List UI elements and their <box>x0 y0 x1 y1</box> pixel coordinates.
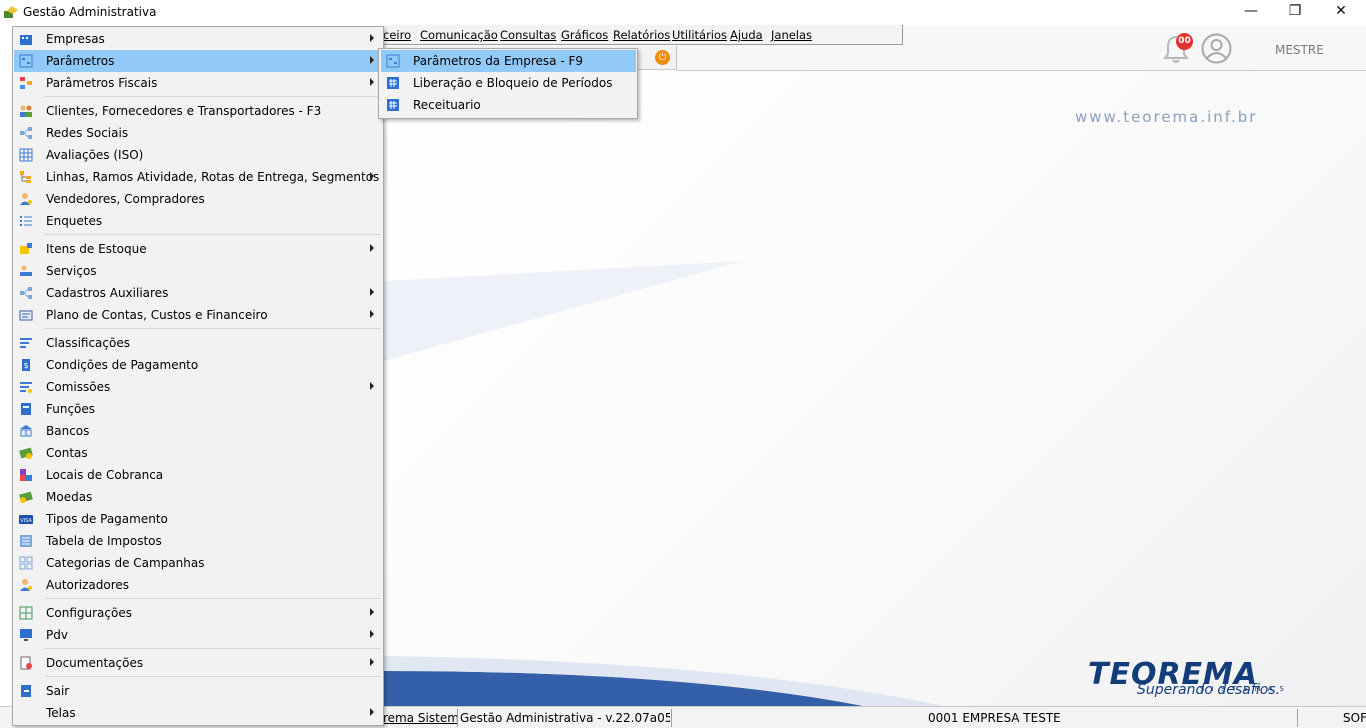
menu-consultas[interactable]: Consultas <box>500 28 556 42</box>
grid-icon <box>19 148 33 162</box>
menu-utilitarios[interactable]: Utilitários <box>672 28 727 42</box>
submenu-item-receituario[interactable]: Receituario <box>381 94 636 116</box>
title-bar: Gestão Administrativa — ❐ ✕ <box>0 0 1366 24</box>
menu-item-avaliacoes[interactable]: Avaliações (ISO) <box>14 144 382 166</box>
menu-item-vendedores[interactable]: Vendedores, Compradores <box>14 188 382 210</box>
bank-icon: $ <box>20 425 32 437</box>
parametros-submenu: Parâmetros da Empresa - F9 Liberação e B… <box>378 48 638 119</box>
coins-icon <box>19 491 33 503</box>
menu-item-enquetes[interactable]: Enquetes <box>14 210 382 232</box>
window-title: Gestão Administrativa <box>23 5 157 19</box>
menu-janelas[interactable]: Janelas <box>771 28 812 42</box>
svg-text:$: $ <box>23 361 28 370</box>
list-icon <box>20 382 32 393</box>
function-icon <box>21 403 31 415</box>
tree-icon <box>20 171 31 183</box>
menu-graficos[interactable]: Gráficos <box>561 28 608 42</box>
ledger-icon <box>19 310 33 321</box>
network-icon <box>20 127 32 139</box>
menu-item-categorias-campanhas[interactable]: Categorias de Campanhas <box>14 552 382 574</box>
menu-item-sair[interactable]: Sair <box>14 680 382 702</box>
menu-item-parametros-fiscais[interactable]: Parâmetros Fiscais <box>14 72 382 94</box>
card-icon: VISA <box>19 515 33 524</box>
menu-item-servicos[interactable]: Serviços <box>14 260 382 282</box>
menu-item-comissoes[interactable]: Comissões <box>14 376 382 398</box>
close-button[interactable]: ✕ <box>1318 0 1364 24</box>
menu-item-tipos-pagamento[interactable]: VISA Tipos de Pagamento <box>14 508 382 530</box>
document-icon <box>20 656 32 670</box>
workspace-background <box>383 71 1366 706</box>
submenu-item-liberacao[interactable]: Liberação e Bloqueio de Períodos <box>381 72 636 94</box>
menu-item-clientes[interactable]: Clientes, Fornecedores e Transportadores… <box>14 100 382 122</box>
dollar-icon: $ <box>22 359 30 371</box>
menu-item-pdv[interactable]: Pdv <box>14 624 382 646</box>
menu-financeiro[interactable]: ceiro <box>383 28 411 42</box>
person-icon <box>20 579 32 591</box>
menu-item-empresas[interactable]: Empresas <box>14 28 382 50</box>
status-company: rema Sistemas <box>383 711 457 725</box>
menu-item-locais-cobranca[interactable]: Locais de Cobranca <box>14 464 382 486</box>
calendar-icon <box>387 77 399 89</box>
building-icon <box>20 35 32 45</box>
status-version: Gestão Administrativa - v.22.07a05.08a <box>460 711 670 725</box>
menu-comunicacao[interactable]: Comunicação <box>420 28 498 42</box>
menu-item-autorizadores[interactable]: Autorizadores <box>14 574 382 596</box>
app-icon <box>4 6 18 18</box>
menu-item-redes-sociais[interactable]: Redes Sociais <box>14 122 382 144</box>
svg-text:$: $ <box>24 430 28 437</box>
menu-item-telas[interactable]: Telas <box>14 702 382 724</box>
network-icon <box>20 287 32 299</box>
calendar-icon <box>387 99 399 111</box>
money-icon <box>19 447 33 459</box>
cadastros-dropdown-menu: Empresas Parâmetros Parâmetros Fiscais C… <box>12 26 384 726</box>
box-icon <box>20 243 32 254</box>
menu-item-documentacoes[interactable]: Documentações <box>14 652 382 674</box>
status-empresa: 0001 EMPRESA TESTE <box>928 711 1061 725</box>
service-icon <box>20 265 32 276</box>
menu-relatorios[interactable]: Relatórios <box>613 28 670 42</box>
location-icon <box>20 469 32 481</box>
menu-item-parametros[interactable]: Parâmetros <box>14 50 382 72</box>
menu-item-configuracoes[interactable]: Configurações <box>14 602 382 624</box>
notification-badge: 00 <box>1176 33 1193 50</box>
menu-item-moedas[interactable]: Moedas <box>14 486 382 508</box>
menu-ajuda[interactable]: Ajuda <box>730 28 763 42</box>
submenu-item-parametros-empresa[interactable]: Parâmetros da Empresa - F9 <box>381 50 636 72</box>
menu-bar: ceiro Comunicação Consultas Gráficos Rel… <box>383 25 903 45</box>
parameters-icon <box>19 54 33 68</box>
menu-item-tabela-impostos[interactable]: Tabela de Impostos <box>14 530 382 552</box>
power-icon[interactable]: ⏻ <box>655 50 670 65</box>
svg-text:VISA: VISA <box>20 518 32 524</box>
menu-item-bancos[interactable]: $ Bancos <box>14 420 382 442</box>
fiscal-icon <box>20 77 32 89</box>
menu-item-plano-contas[interactable]: Plano de Contas, Custos e Financeiro <box>14 304 382 326</box>
monitor-icon <box>20 629 32 641</box>
minimize-button[interactable]: — <box>1228 0 1274 24</box>
config-icon <box>19 606 33 620</box>
category-icon <box>19 556 33 570</box>
menu-item-cadastros-auxiliares[interactable]: Cadastros Auxiliares <box>14 282 382 304</box>
status-right: SOF <box>1343 711 1366 725</box>
person-icon <box>20 193 32 205</box>
user-avatar-icon[interactable] <box>1201 33 1232 64</box>
parameters-icon <box>386 54 400 68</box>
menu-item-funcoes[interactable]: Funções <box>14 398 382 420</box>
menu-item-condicoes-pagamento[interactable]: $ Condições de Pagamento <box>14 354 382 376</box>
website-label: www.teorema.inf.br <box>1075 108 1258 126</box>
list-icon <box>20 216 32 226</box>
background-swoosh <box>383 261 943 706</box>
menu-item-linhas[interactable]: Linhas, Ramos Atividade, Rotas de Entreg… <box>14 166 382 188</box>
menu-item-classificacoes[interactable]: Classificações <box>14 332 382 354</box>
exit-icon <box>21 685 31 697</box>
logo-slogan: Superando desafios. <box>1137 682 1281 698</box>
maximize-button[interactable]: ❐ <box>1272 0 1318 24</box>
username-label: MESTRE <box>1275 43 1324 57</box>
people-icon <box>20 105 32 117</box>
menu-item-contas[interactable]: Contas <box>14 442 382 464</box>
table-icon <box>20 535 32 547</box>
menu-item-itens-estoque[interactable]: Itens de Estoque <box>14 238 382 260</box>
list-icon <box>20 338 32 348</box>
